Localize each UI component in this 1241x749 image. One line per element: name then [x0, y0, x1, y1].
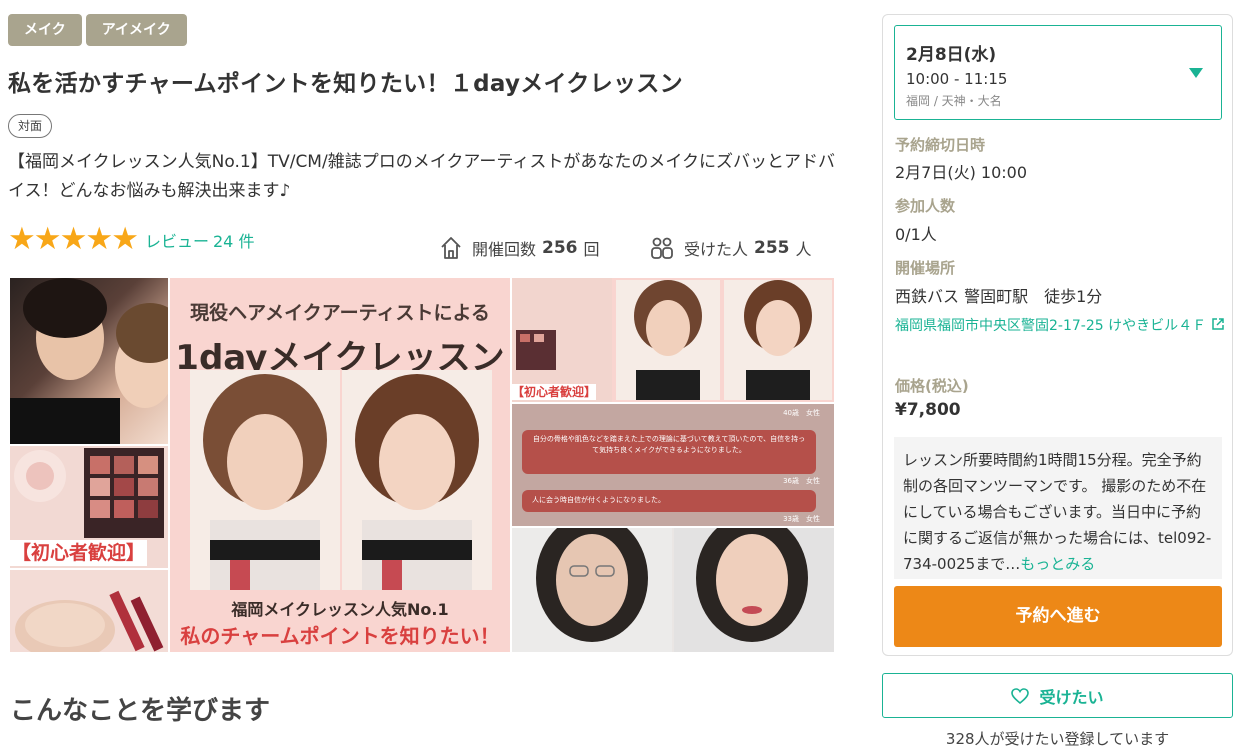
star-icon: ★: [8, 221, 36, 257]
tag-eye-makeup[interactable]: アイメイク: [85, 14, 187, 46]
review-bubble-2: 人に会う時自信が付くようになりました。: [522, 490, 816, 512]
rating[interactable]: ★ ★ ★ ★ ★ レビュー 24 件: [8, 224, 254, 255]
selected-date: 2月8日(水): [906, 45, 997, 65]
photo-gallery[interactable]: 【初心者歓迎】 現役ヘアメイクアーティストによる 1dayメイクレッスン 福岡メ…: [10, 278, 834, 652]
review-0-meta: 40歳 女性: [783, 409, 820, 417]
review-label: レビュー: [144, 231, 209, 251]
deadline-label: 予約締切日時: [895, 136, 986, 154]
lesson-photo[interactable]: [10, 278, 168, 444]
review-2-text: 人に会う時自信が付くようになりました。: [532, 496, 665, 504]
venue-label: 開催場所: [895, 259, 956, 277]
reserve-button[interactable]: 予約へ進む: [894, 586, 1222, 647]
selected-time: 10:00 - 11:15: [906, 70, 1008, 88]
tag-makeup[interactable]: メイク: [8, 14, 82, 46]
booking-card: 2月8日(水) 10:00 - 11:15 福岡 / 天神・大名 予約締切日時 …: [882, 14, 1233, 656]
cosmetics-photo[interactable]: [10, 570, 168, 652]
main-heading-1: 現役ヘアメイクアーティストによる: [190, 302, 490, 324]
review-1-text: 自分の骨格や肌色などを踏まえた上での理論に基づいて教えて頂いたので、自信を持って…: [532, 435, 806, 454]
heart-icon: [1011, 687, 1030, 704]
address-link[interactable]: 福岡県福岡市中央区警固2-17-25 けやきビル４Ｆ: [895, 313, 1225, 339]
venue-value: 西鉄バス 警固町駅 徒歩1分: [895, 287, 1103, 306]
palette-photo[interactable]: 【初心者歓迎】: [10, 446, 168, 568]
held-unit: 回: [583, 240, 600, 259]
external-link-icon: [1211, 318, 1224, 330]
address-text: 福岡県福岡市中央区警固2-17-25 けやきビル４Ｆ: [895, 318, 1207, 334]
price-value: ¥7,800: [895, 400, 961, 420]
beginner-badge: 【初心者歓迎】: [10, 540, 148, 566]
show-more-link[interactable]: もっとみる: [1020, 555, 1095, 573]
page-title: 私を活かすチャームポイントを知りたい！１dayメイクレッスン: [8, 71, 683, 97]
house-icon: [441, 237, 461, 259]
lesson-photo-art: [10, 278, 168, 444]
selected-area: 福岡 / 天神・大名: [906, 94, 1002, 108]
participants-label: 参加人数: [895, 197, 956, 215]
format-badge: 対面: [8, 114, 53, 138]
star-icon: ★: [59, 221, 88, 257]
price-label: 価格(税込): [895, 377, 969, 395]
taken-unit: 人: [795, 240, 812, 259]
lesson-description: 【福岡メイクレッスン人気No.1】TV/CM/雑誌プロのメイクアーティストがあな…: [8, 152, 835, 201]
section-title-learn: こんなことを学びます: [10, 696, 271, 726]
before-after-photo[interactable]: 【初心者歓迎】: [512, 278, 834, 402]
review-count: 24 件: [213, 231, 255, 251]
review-2-meta: 33歳 女性: [783, 515, 820, 523]
before-after-photo-2[interactable]: [512, 528, 834, 652]
star-icon: ★: [33, 221, 62, 257]
star-icon: ★: [111, 221, 139, 257]
chevron-down-icon: [1189, 68, 1203, 78]
people-icon: [651, 237, 673, 259]
taken-value: 255: [754, 238, 790, 258]
before-after-photo-2-art: [512, 528, 834, 652]
lesson-notes: レッスン所要時間約1時間15分程。完全予約制の各回マンツーマンです。 撮影のため…: [894, 437, 1222, 579]
beginner-badge-small: 【初心者歓迎】: [512, 384, 597, 400]
taken-label: 受けた人: [684, 240, 749, 259]
review-link[interactable]: レビュー 24 件: [145, 228, 254, 252]
review-bubble-1: 自分の骨格や肌色などを踏まえた上での理論に基づいて教えて頂いたので、自信を持って…: [522, 430, 816, 474]
participants-value: 0/1人: [895, 225, 937, 244]
want-button[interactable]: 受けたい: [882, 673, 1233, 718]
review-1-meta: 36歳 女性: [783, 477, 820, 485]
reviews-photo[interactable]: 40歳 女性 自分の骨格や肌色などを踏まえた上での理論に基づいて教えて頂いたので…: [512, 404, 834, 526]
want-count: 328人が受けたい登録しています: [945, 730, 1170, 748]
main-sub-2: 私のチャームポイントを知りたい！: [180, 624, 500, 648]
want-label: 受けたい: [1039, 687, 1104, 707]
held-label: 開催回数: [472, 240, 537, 259]
main-sub-1: 福岡メイクレッスン人気No.1: [231, 600, 449, 619]
main-poster[interactable]: 現役ヘアメイクアーティストによる 1dayメイクレッスン 福岡メイクレッスン人気…: [170, 278, 510, 652]
date-selector[interactable]: 2月8日(水) 10:00 - 11:15 福岡 / 天神・大名: [894, 25, 1222, 120]
held-value: 256: [542, 238, 578, 258]
deadline-value: 2月7日(火) 10:00: [895, 163, 1028, 182]
cosmetics-photo-art: [15, 590, 164, 652]
category-tags: メイク アイメイク: [8, 14, 187, 46]
attendee-count-stat: 受けた人 255 人: [650, 236, 812, 260]
before-after-faces: [190, 370, 492, 590]
held-count-stat: 開催回数 256 回: [440, 236, 600, 260]
star-icon: ★: [85, 221, 114, 257]
